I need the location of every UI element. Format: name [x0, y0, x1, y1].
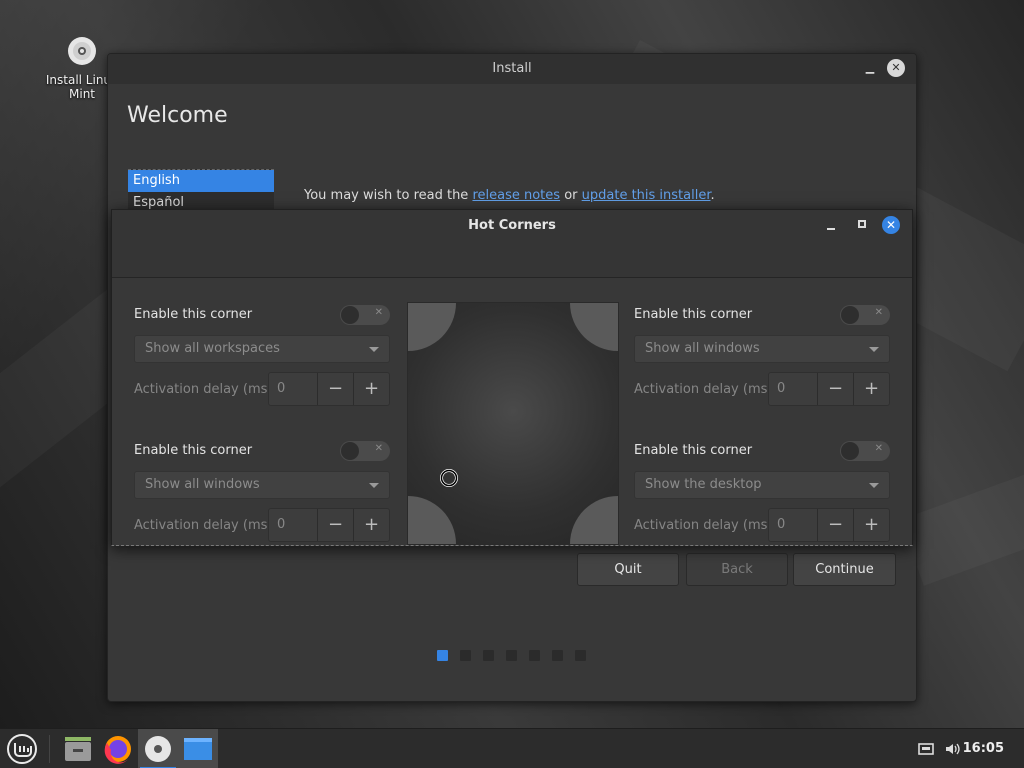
- enable-corner-toggle[interactable]: ✕: [340, 305, 390, 325]
- release-notes-link[interactable]: release notes: [472, 188, 560, 203]
- activation-delay-stepper[interactable]: 0 − +: [268, 372, 390, 406]
- corner-indicator-top-right[interactable]: [570, 303, 618, 351]
- increment-button[interactable]: +: [853, 373, 889, 405]
- close-icon[interactable]: ✕: [882, 216, 900, 234]
- activation-delay-label: Activation delay (ms): [634, 518, 773, 533]
- installer-disc-icon: [145, 736, 171, 762]
- hot-corners-preview: [407, 302, 619, 545]
- clock[interactable]: 16:05: [963, 741, 1004, 756]
- decrement-button[interactable]: −: [817, 373, 853, 405]
- x-icon: ✕: [874, 443, 883, 454]
- page-dot: [529, 650, 540, 661]
- hot-corners-titlebar[interactable]: Hot Corners ✕: [112, 210, 912, 278]
- increment-button[interactable]: +: [353, 509, 389, 541]
- corner-top-left: Enable this corner ✕ Show all workspaces…: [134, 302, 390, 412]
- page-dot: [460, 650, 471, 661]
- release-notes-text: You may wish to read the release notes o…: [304, 188, 715, 203]
- corner-bottom-left: Enable this corner ✕ Show all windows Ac…: [134, 438, 390, 545]
- enable-corner-toggle[interactable]: ✕: [840, 441, 890, 461]
- decrement-button[interactable]: −: [317, 509, 353, 541]
- corner-indicator-bottom-left[interactable]: [408, 496, 456, 544]
- activation-delay-label: Activation delay (ms): [134, 518, 273, 533]
- back-button[interactable]: Back: [686, 553, 788, 586]
- corner-action-dropdown[interactable]: Show all workspaces: [134, 335, 390, 363]
- taskbar: 16:05: [0, 728, 1024, 768]
- enable-corner-label: Enable this corner: [634, 307, 753, 322]
- hot-corners-window: Hot Corners ✕ Enable this corner ✕ Show …: [111, 209, 913, 546]
- page-dot: [483, 650, 494, 661]
- corner-top-right: Enable this corner ✕ Show all windows Ac…: [634, 302, 890, 412]
- activation-delay-value: 0: [277, 517, 286, 532]
- x-icon: ✕: [374, 307, 383, 318]
- busy-cursor-icon: [440, 469, 458, 487]
- mint-menu-icon: [7, 734, 37, 764]
- network-icon[interactable]: [918, 741, 934, 757]
- language-item-english[interactable]: English: [128, 170, 274, 192]
- activation-delay-value: 0: [777, 517, 786, 532]
- increment-button[interactable]: +: [853, 509, 889, 541]
- activation-delay-value: 0: [777, 381, 786, 396]
- installer-button[interactable]: [138, 729, 178, 768]
- decrement-button[interactable]: −: [317, 373, 353, 405]
- activation-delay-stepper[interactable]: 0 − +: [268, 508, 390, 542]
- mint-menu-button[interactable]: [2, 729, 42, 768]
- increment-button[interactable]: +: [353, 373, 389, 405]
- language-list[interactable]: English Español: [128, 169, 274, 213]
- activation-delay-stepper[interactable]: 0 − +: [768, 372, 890, 406]
- corner-indicator-bottom-right[interactable]: [570, 496, 618, 544]
- enable-corner-label: Enable this corner: [134, 307, 253, 322]
- activation-delay-stepper[interactable]: 0 − +: [768, 508, 890, 542]
- page-dot: [552, 650, 563, 661]
- x-icon: ✕: [374, 443, 383, 454]
- file-manager-icon: [65, 737, 91, 761]
- page-indicator: [437, 650, 586, 661]
- update-installer-link[interactable]: update this installer: [582, 188, 711, 203]
- disc-icon: [68, 37, 96, 65]
- close-icon[interactable]: ✕: [887, 59, 905, 77]
- file-manager-button[interactable]: [58, 729, 98, 768]
- page-dot: [437, 650, 448, 661]
- minimize-icon[interactable]: [824, 218, 838, 232]
- firefox-icon: [104, 736, 131, 764]
- desktop-window-icon: [184, 738, 212, 760]
- install-titlebar[interactable]: Install ▁ ✕: [108, 54, 916, 84]
- install-window-title: Install: [492, 61, 532, 76]
- enable-corner-toggle[interactable]: ✕: [340, 441, 390, 461]
- quit-button[interactable]: Quit: [577, 553, 679, 586]
- continue-button[interactable]: Continue: [793, 553, 896, 586]
- corner-indicator-top-left[interactable]: [408, 303, 456, 351]
- volume-icon[interactable]: [944, 741, 960, 757]
- corner-action-dropdown[interactable]: Show all windows: [134, 471, 390, 499]
- activation-delay-value: 0: [277, 381, 286, 396]
- x-icon: ✕: [874, 307, 883, 318]
- chevron-down-icon: [369, 483, 379, 488]
- chevron-down-icon: [369, 347, 379, 352]
- hot-corners-title: Hot Corners: [468, 218, 556, 233]
- maximize-icon[interactable]: [858, 220, 866, 228]
- corner-action-dropdown[interactable]: Show all windows: [634, 335, 890, 363]
- chevron-down-icon: [869, 483, 879, 488]
- page-dot: [575, 650, 586, 661]
- enable-corner-label: Enable this corner: [134, 443, 253, 458]
- chevron-down-icon: [869, 347, 879, 352]
- corner-bottom-right: Enable this corner ✕ Show the desktop Ac…: [634, 438, 890, 545]
- hot-corners-taskbar-button[interactable]: [178, 729, 218, 768]
- page-title: Welcome: [127, 103, 228, 128]
- minimize-icon[interactable]: ▁: [862, 60, 878, 76]
- enable-corner-toggle[interactable]: ✕: [840, 305, 890, 325]
- page-dot: [506, 650, 517, 661]
- corner-action-dropdown[interactable]: Show the desktop: [634, 471, 890, 499]
- enable-corner-label: Enable this corner: [634, 443, 753, 458]
- firefox-button[interactable]: [98, 729, 138, 768]
- activation-delay-label: Activation delay (ms): [634, 382, 773, 397]
- activation-delay-label: Activation delay (ms): [134, 382, 273, 397]
- decrement-button[interactable]: −: [817, 509, 853, 541]
